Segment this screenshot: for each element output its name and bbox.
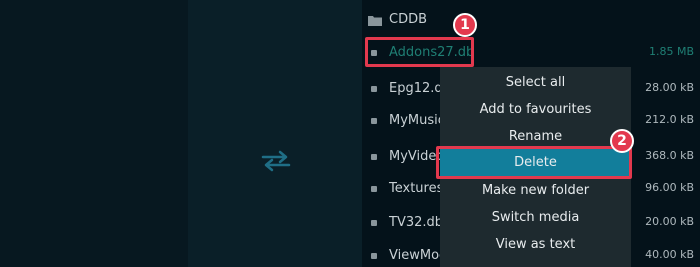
file-icon bbox=[371, 220, 377, 226]
file-icon bbox=[371, 253, 377, 259]
file-name: TV32.db bbox=[389, 215, 444, 230]
file-size: 1.85 MB bbox=[648, 45, 694, 58]
file-size: 212.0 kB bbox=[645, 113, 694, 126]
annotation-badge-2: 2 bbox=[610, 129, 634, 153]
file-name: CDDB bbox=[389, 12, 428, 27]
list-item[interactable]: CDDB bbox=[362, 7, 700, 34]
annotation-box-1 bbox=[365, 37, 474, 67]
file-size: 28.00 kB bbox=[645, 81, 694, 94]
swap-arrows-icon[interactable] bbox=[260, 148, 292, 174]
folder-icon bbox=[368, 16, 382, 26]
menu-item-add-to-favourites[interactable]: Add to favourites bbox=[440, 96, 631, 123]
left-pane bbox=[0, 0, 188, 267]
file-size: 20.00 kB bbox=[645, 215, 694, 228]
annotation-box-2 bbox=[436, 146, 632, 179]
file-size: 40.00 kB bbox=[645, 248, 694, 261]
file-size: 368.0 kB bbox=[645, 149, 694, 162]
menu-item-select-all[interactable]: Select all bbox=[440, 69, 631, 96]
file-name: MyMusic bbox=[389, 113, 445, 128]
menu-item-switch-media[interactable]: Switch media bbox=[440, 204, 631, 231]
file-icon bbox=[371, 186, 377, 192]
file-icon bbox=[371, 118, 377, 124]
file-size: 96.00 kB bbox=[645, 181, 694, 194]
file-icon bbox=[371, 154, 377, 160]
menu-item-make-new-folder[interactable]: Make new folder bbox=[440, 177, 631, 204]
file-icon bbox=[371, 86, 377, 92]
middle-pane bbox=[188, 0, 362, 267]
file-name: Textures bbox=[389, 181, 444, 196]
annotation-badge-1: 1 bbox=[453, 13, 477, 37]
menu-item-view-as-text[interactable]: View as text bbox=[440, 231, 631, 258]
